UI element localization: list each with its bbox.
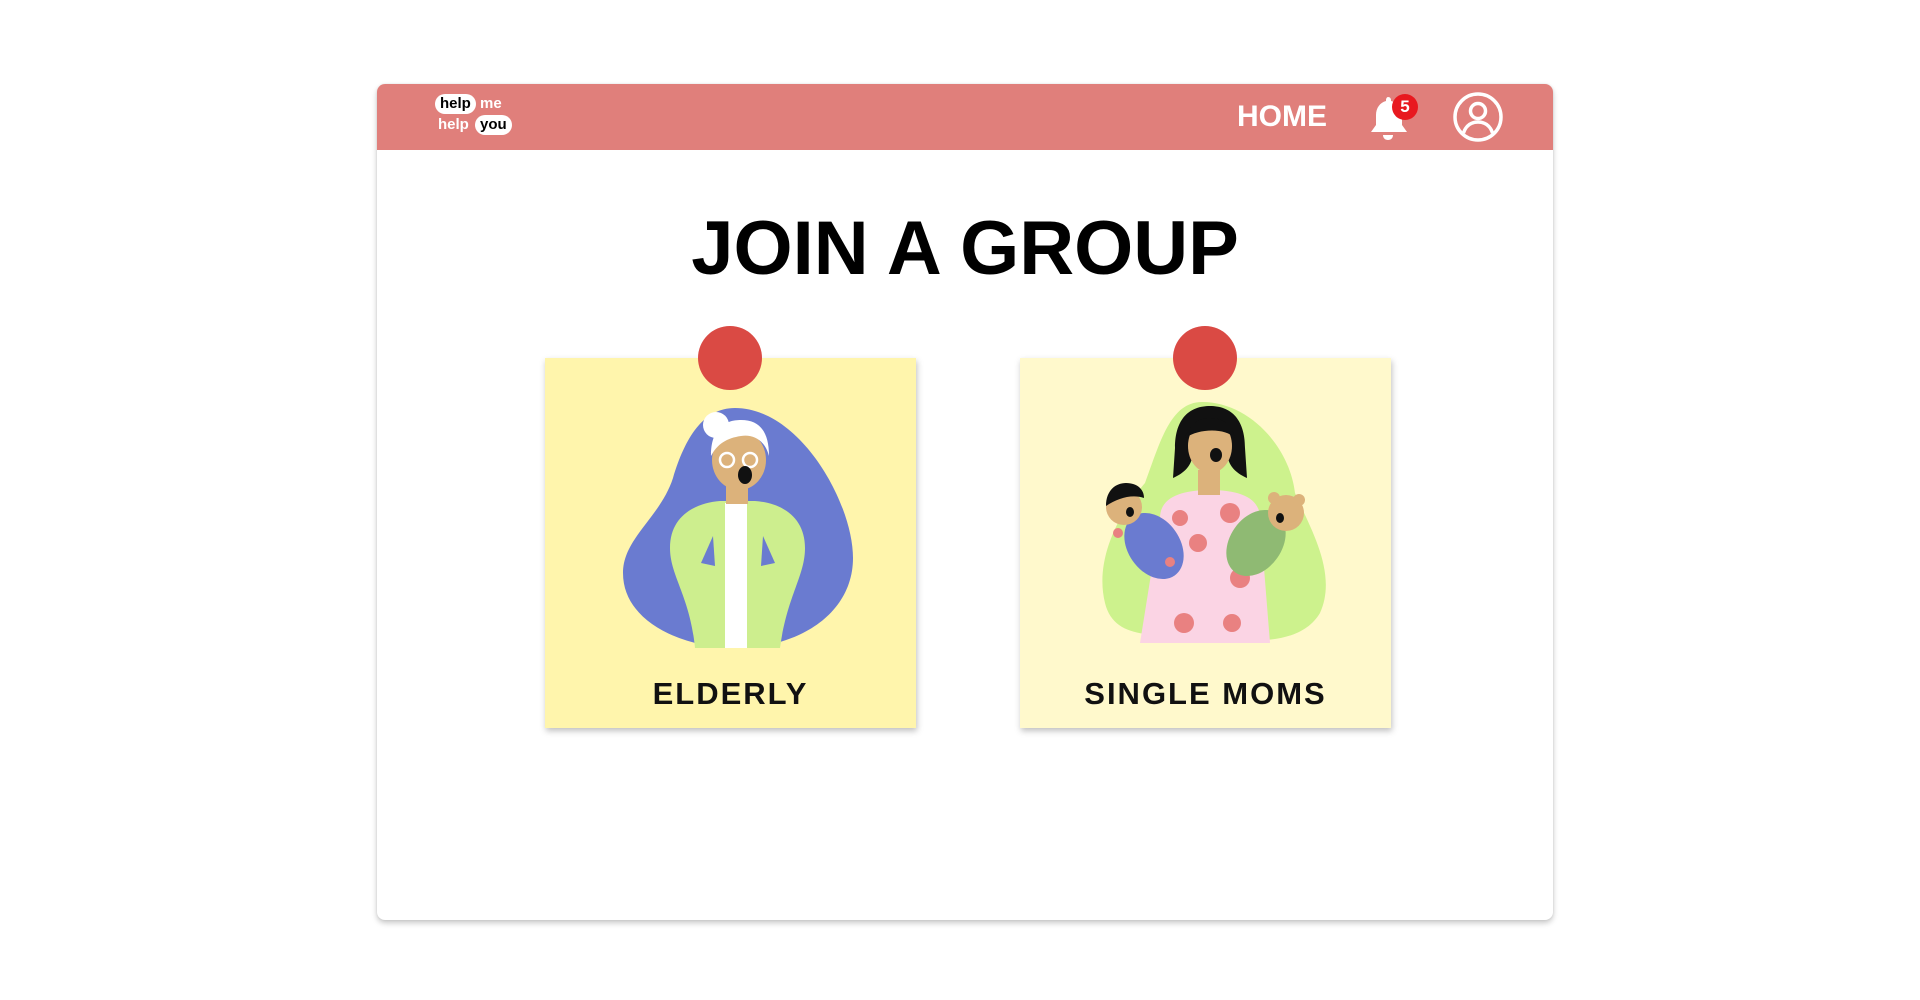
- navbar: help me help you HOME 5: [377, 84, 1553, 150]
- logo-word-help: help: [435, 94, 476, 114]
- group-label-elderly: ELDERLY: [652, 676, 809, 711]
- logo-word-me: me: [480, 95, 502, 112]
- logo-word-you: you: [475, 115, 512, 135]
- pin-elderly: [698, 326, 762, 390]
- group-card-single-moms[interactable]: SINGLE MOMS: [1020, 358, 1391, 728]
- single-mom-illustration: [1102, 402, 1326, 643]
- group-card-elderly[interactable]: ELDERLY: [545, 358, 916, 728]
- nav-home-link[interactable]: HOME: [1237, 100, 1327, 134]
- app-window: help me help you HOME 5 JOIN A GROUP ELD…: [377, 84, 1553, 920]
- pin-single-moms: [1173, 326, 1237, 390]
- logo-word-help-2: help: [438, 116, 469, 133]
- elderly-woman-illustration: [623, 408, 853, 648]
- group-label-single-moms: SINGLE MOMS: [1084, 676, 1327, 711]
- user-circle-icon: [1453, 92, 1503, 142]
- notification-count-badge: 5: [1392, 94, 1418, 120]
- notifications-button[interactable]: 5: [1365, 92, 1418, 144]
- profile-button[interactable]: [1452, 91, 1504, 143]
- logo[interactable]: help me help you: [435, 94, 525, 140]
- page-title: JOIN A GROUP: [691, 206, 1239, 291]
